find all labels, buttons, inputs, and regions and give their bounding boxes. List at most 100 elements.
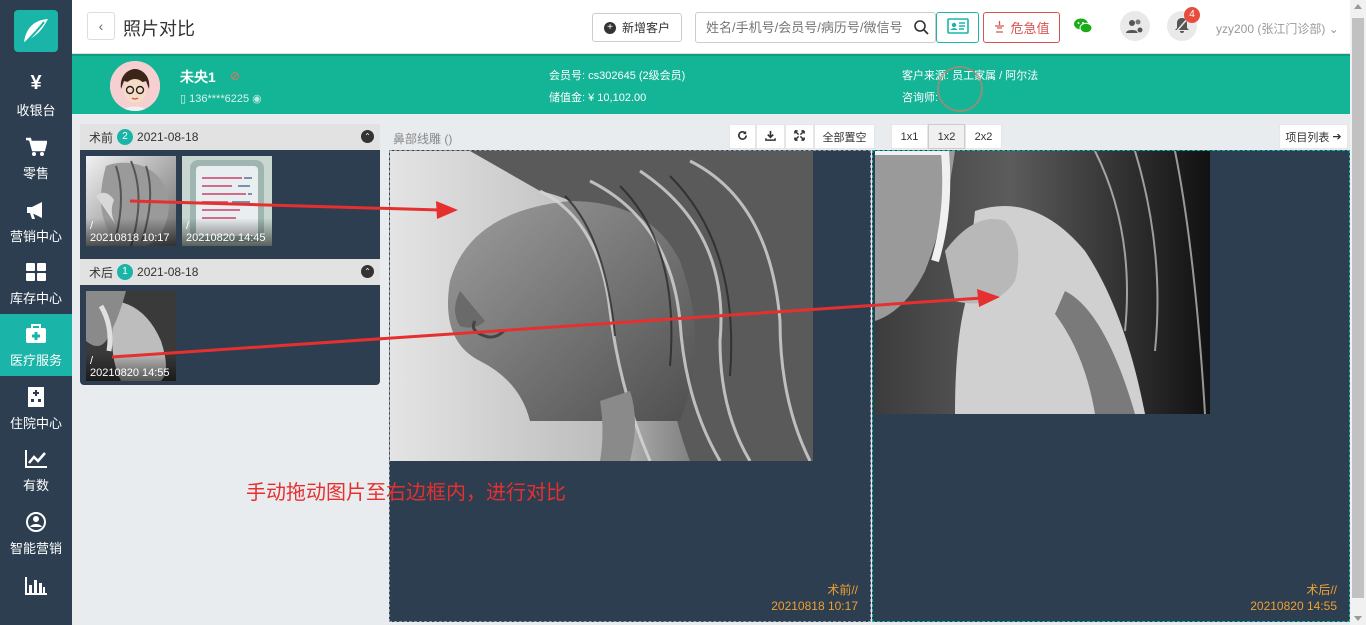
compare-frame-left[interactable]: 术前// 20210818 10:17	[389, 150, 871, 622]
app-logo[interactable]	[14, 10, 58, 52]
compare-photo-before[interactable]	[390, 151, 813, 461]
collapse-icon[interactable]: ⌃	[361, 265, 374, 278]
search-input[interactable]	[696, 13, 906, 42]
sidebar-item-label: 住院中心	[9, 415, 62, 431]
page-scrollbar[interactable]	[1350, 0, 1366, 625]
photo-caption: /20210818 10:17	[86, 218, 176, 246]
smart-marketing-icon	[25, 510, 47, 534]
photo-group-panel: 术前 2 2021-08-18 ⌃ /20210818 10:17 /20210…	[80, 124, 380, 385]
balance-amount: ¥ 10,102.00	[588, 92, 647, 104]
wechat-icon[interactable]	[1073, 17, 1093, 38]
refresh-icon	[737, 130, 748, 144]
notification-button[interactable]: 4	[1167, 7, 1200, 41]
advisor-info: 咨询师:	[902, 89, 938, 105]
group-count-badge: 2	[117, 129, 134, 145]
frame-label: 术后//	[1306, 583, 1337, 597]
sidebar-item-medical[interactable]: 医疗服务	[0, 314, 72, 376]
balance-label: 储值金:	[549, 92, 586, 104]
sidebar-item-cashier[interactable]: ¥ 收银台	[0, 64, 72, 126]
seal-stamp	[937, 66, 983, 112]
user-name: yzy200 (张江门诊部)	[1216, 22, 1326, 36]
user-menu[interactable]: yzy200 (张江门诊部) ⌄	[1216, 20, 1339, 37]
new-customer-label: 新增客户	[621, 21, 670, 35]
search-icon[interactable]	[913, 19, 929, 38]
back-button[interactable]: ‹	[87, 12, 115, 40]
eye-icon[interactable]: ◉	[252, 93, 262, 105]
download-button[interactable]	[756, 124, 785, 149]
member-label: 会员号:	[549, 70, 586, 82]
phone-number: 136****6225	[189, 93, 250, 105]
scroll-thumb[interactable]	[1352, 18, 1364, 598]
photo-caption: /20210820 14:45	[182, 218, 272, 246]
frame-label: 术前//	[827, 583, 858, 597]
compare-toolbar: 鼻部线雕 () 全部置空 1x1 1x2 2x2 项目列表 ➔	[388, 124, 1350, 150]
sidebar-item-smart-marketing[interactable]: 智能营销	[0, 502, 72, 564]
chevron-left-icon: ‹	[98, 18, 104, 34]
layout-2x2-button[interactable]: 2x2	[965, 124, 1002, 149]
refresh-button[interactable]	[729, 124, 756, 149]
sidebar-item-label: 收银台	[16, 102, 56, 118]
project-list-label: 项目列表	[1285, 131, 1330, 144]
sidebar-item-label: 营销中心	[9, 228, 62, 244]
annotation-text: 手动拖动图片至右边框内，进行对比	[246, 482, 566, 504]
compare-frame-right[interactable]: 术后// 20210820 14:55	[872, 150, 1350, 622]
yen-icon: ¥	[30, 72, 42, 94]
group-count-badge: 1	[117, 264, 134, 280]
group-header-after[interactable]: 术后 1 2021-08-18 ⌃	[80, 259, 380, 285]
project-list-button[interactable]: 项目列表 ➔	[1279, 124, 1348, 149]
layout-1x1-button[interactable]: 1x1	[891, 124, 928, 149]
sidebar-item-reports[interactable]	[0, 560, 72, 616]
line-chart-icon	[24, 447, 48, 471]
sidebar-item-label: 零售	[22, 165, 49, 181]
critical-value-label: 危急值	[1010, 21, 1050, 36]
group-photos-after: /20210820 14:55	[80, 285, 380, 385]
id-card-icon	[946, 18, 969, 37]
group-label: 术前	[89, 130, 114, 145]
photo-thumbnail[interactable]: /20210820 14:45	[182, 156, 272, 246]
sidebar-item-inpatient[interactable]: 住院中心	[0, 377, 72, 439]
customer-banner: 未央1 ⊘ ▯ 136****6225 ◉ 会员号: cs302645 (2级会…	[72, 54, 1350, 114]
photo-thumbnail[interactable]: /20210818 10:17	[86, 156, 176, 246]
hospital-icon	[27, 385, 45, 409]
group-photos-before: /20210818 10:17 /20210820 14:45	[80, 150, 380, 259]
member-info: 会员号: cs302645 (2级会员)	[549, 67, 685, 83]
sidebar-item-analytics[interactable]: 有数	[0, 439, 72, 501]
sidebar-item-label: 有数	[22, 477, 49, 493]
sidebar-item-label: 库存中心	[9, 290, 62, 306]
group-header-before[interactable]: 术前 2 2021-08-18 ⌃	[80, 124, 380, 150]
download-icon	[765, 130, 776, 144]
compare-photo-after[interactable]	[875, 151, 1210, 414]
expand-icon	[794, 129, 805, 144]
group-date: 2021-08-18	[137, 265, 199, 279]
sidebar-item-inventory[interactable]: 库存中心	[0, 252, 72, 314]
clear-all-button[interactable]: 全部置空	[814, 124, 875, 149]
mobile-icon: ▯	[180, 93, 187, 105]
new-customer-button[interactable]: + 新增客户	[592, 13, 682, 42]
link-icon[interactable]: ⊘	[230, 69, 240, 83]
sidebar-item-marketing[interactable]: 营销中心	[0, 190, 72, 252]
page-title: 照片对比	[123, 19, 195, 39]
collapse-icon[interactable]: ⌃	[361, 130, 374, 143]
arrow-right-icon: ➔	[1332, 131, 1342, 143]
sidebar-item-retail[interactable]: 零售	[0, 127, 72, 189]
frame-time: 20210820 14:55	[1250, 599, 1337, 613]
scroll-up-arrow[interactable]	[1354, 4, 1362, 9]
sidebar-item-label: 智能营销	[9, 540, 62, 556]
layout-1x2-button[interactable]: 1x2	[928, 124, 965, 149]
group-settings-icon[interactable]	[1120, 11, 1150, 41]
advisor-label: 咨询师:	[902, 92, 939, 104]
photo-thumbnail[interactable]: /20210820 14:55	[86, 291, 176, 381]
megaphone-icon	[25, 198, 47, 222]
critical-value-button[interactable]: 危急值	[983, 12, 1060, 43]
fullscreen-button[interactable]	[785, 124, 814, 149]
scroll-down-arrow[interactable]	[1354, 616, 1362, 621]
medkit-icon	[25, 322, 47, 346]
id-card-button[interactable]	[936, 12, 979, 43]
cart-icon	[25, 135, 47, 159]
notification-badge: 4	[1184, 7, 1200, 23]
customer-search	[695, 12, 936, 43]
customer-phone: ▯ 136****6225 ◉	[180, 92, 262, 105]
balance-info: 储值金: ¥ 10,102.00	[549, 89, 646, 105]
chevron-down-icon: ⌄	[1328, 22, 1339, 36]
photo-caption: /20210820 14:55	[86, 353, 176, 381]
